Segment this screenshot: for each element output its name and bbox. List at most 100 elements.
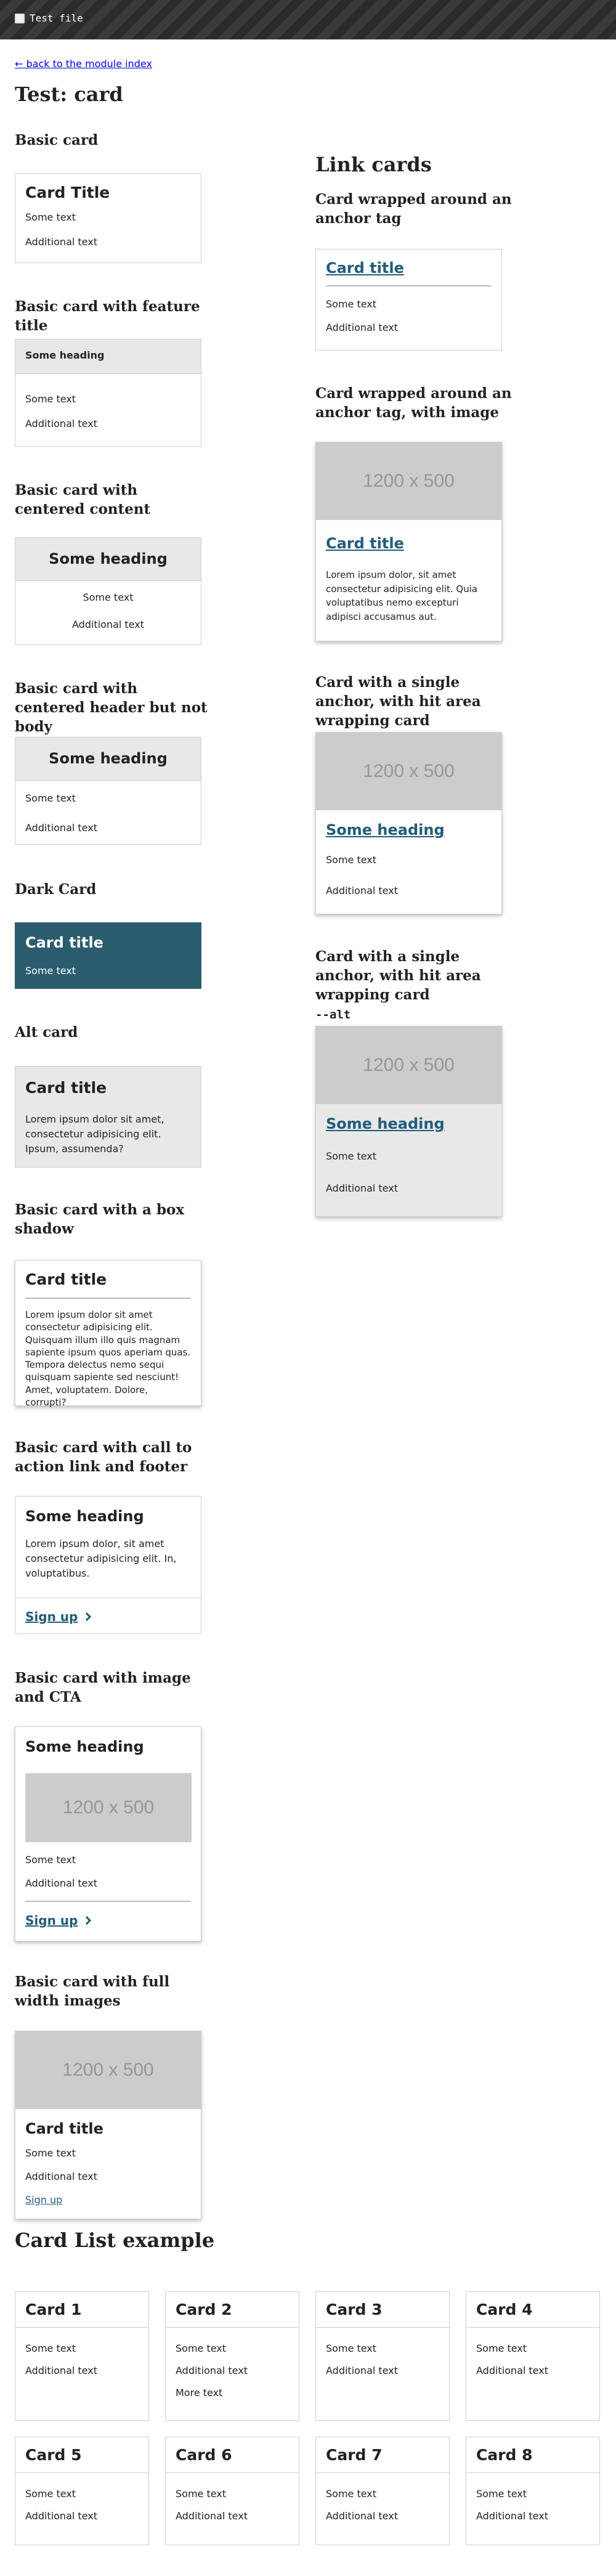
card-image: 1200 x 500 bbox=[316, 1026, 501, 1104]
card-text: Additional text bbox=[72, 619, 144, 631]
card-title: Card 1 bbox=[15, 2292, 148, 2328]
sign-up-link[interactable]: Sign up bbox=[25, 2194, 62, 2206]
heading-code: --alt bbox=[315, 1008, 351, 1022]
card-header: Some heading bbox=[49, 550, 168, 567]
card-title: Card 8 bbox=[466, 2437, 599, 2473]
card-text: Some text bbox=[83, 591, 134, 603]
card-text: Additional text bbox=[326, 2510, 398, 2522]
card-text: Some text bbox=[25, 964, 76, 977]
section-heading-basic: Basic card bbox=[15, 132, 99, 148]
page-title: Test: card bbox=[15, 83, 123, 106]
section-heading-centered: Basic card with centered content bbox=[15, 482, 151, 518]
card-text: Some text bbox=[25, 2342, 76, 2354]
back-to-index-link[interactable]: ← back to the module index bbox=[15, 58, 152, 70]
top-bar: Test file bbox=[0, 0, 616, 39]
box-shadow-card: Card title Lorem ipsum dolor sit amet co… bbox=[15, 1260, 201, 1408]
card-title: Card 2 bbox=[166, 2292, 299, 2328]
card-title-link[interactable]: Card title bbox=[326, 535, 492, 552]
chevron-right-icon bbox=[83, 1916, 92, 1925]
card-text: Additional text bbox=[326, 1182, 398, 1195]
card-text: Additional text bbox=[476, 2510, 548, 2522]
card-text: Some text bbox=[476, 2342, 527, 2354]
card-title: Card title bbox=[25, 934, 103, 951]
card-title: Card Title bbox=[25, 184, 110, 201]
card-text: Some text bbox=[176, 2342, 227, 2354]
list-card: Card 8 Some text Additional text bbox=[466, 2437, 600, 2545]
card-divider bbox=[326, 285, 492, 286]
section-heading-cta-footer: Basic card with call to action link and … bbox=[15, 1439, 192, 1476]
section-heading-anchor: Card wrapped around an anchor tag bbox=[315, 191, 512, 227]
anchor-link-card[interactable]: Card title Some text Additional text bbox=[315, 249, 502, 351]
list-card: Card 4 Some text Additional text bbox=[466, 2291, 600, 2421]
anchor-image-card[interactable]: 1200 x 500 Card title Lorem ipsum dolor,… bbox=[315, 442, 502, 641]
alt-card: Card title Lorem ipsum dolor sit amet, c… bbox=[15, 1066, 201, 1168]
list-card: Card 3 Some text Additional text bbox=[315, 2291, 450, 2421]
card-text: Some text bbox=[476, 2488, 527, 2500]
section-heading-alt: Alt card bbox=[15, 1024, 78, 1041]
section-heading-full-width: Basic card with full width images bbox=[15, 1973, 170, 2010]
card-text: More text bbox=[176, 2387, 223, 2399]
sign-up-link[interactable]: Sign up bbox=[25, 1913, 92, 1928]
card-text: Some text bbox=[326, 298, 377, 310]
centered-header-card: Some heading Some text Additional text bbox=[15, 737, 201, 845]
file-icon bbox=[15, 13, 25, 23]
single-anchor-card[interactable]: 1200 x 500 Some heading Some text Additi… bbox=[315, 732, 502, 914]
card-title-link[interactable]: Some heading bbox=[326, 1115, 492, 1132]
card-image: 1200 x 500 bbox=[25, 1773, 192, 1842]
card-image: 1200 x 500 bbox=[15, 2031, 201, 2109]
chevron-right-icon bbox=[83, 1612, 92, 1622]
card-text: Some text bbox=[326, 1150, 377, 1162]
card-text: Additional text bbox=[25, 2365, 97, 2376]
card-footer: Sign up bbox=[15, 1598, 201, 1635]
card-title-link[interactable]: Card title bbox=[326, 259, 492, 277]
single-anchor-alt-card[interactable]: 1200 x 500 Some heading Some text Additi… bbox=[315, 1026, 502, 1217]
card-text: Additional text bbox=[25, 236, 97, 248]
card-header: Some heading bbox=[25, 349, 105, 361]
card-title: Card 7 bbox=[316, 2437, 449, 2473]
card-text: Some text bbox=[25, 211, 76, 223]
card-title: Card 3 bbox=[316, 2292, 449, 2328]
section-heading-single-anchor-alt: Card with a single anchor, with hit area… bbox=[315, 948, 481, 1022]
section-heading-card-list: Card List example bbox=[15, 2229, 215, 2252]
card-divider bbox=[25, 1298, 191, 1299]
card-text: Some text bbox=[326, 854, 377, 866]
card-title: Card title bbox=[25, 2120, 103, 2137]
card-text: Some text bbox=[326, 2488, 377, 2500]
card-text: Some text bbox=[25, 1853, 76, 1866]
card-text: Some text bbox=[25, 393, 76, 405]
card-text: Some text bbox=[176, 2488, 227, 2500]
section-heading-link-cards: Link cards bbox=[315, 153, 432, 176]
list-card: Card 1 Some text Additional text bbox=[15, 2291, 149, 2421]
top-bar-title: Test file bbox=[30, 12, 83, 24]
sign-up-link[interactable]: Sign up bbox=[25, 1609, 92, 1624]
card-text: Additional text bbox=[476, 2365, 548, 2376]
image-cta-card: Some heading 1200 x 500 Some text Additi… bbox=[15, 1726, 201, 1941]
section-heading-image-cta: Basic card with image and CTA bbox=[15, 1670, 191, 1706]
card-text: Additional text bbox=[176, 2510, 248, 2522]
card-text: Some text bbox=[25, 2488, 76, 2500]
list-card: Card 6 Some text Additional text bbox=[165, 2437, 299, 2545]
card-text: Some text bbox=[25, 2147, 76, 2159]
section-heading-single-anchor: Card with a single anchor, with hit area… bbox=[315, 674, 481, 729]
card-header: Some heading bbox=[49, 750, 168, 767]
card-title-link[interactable]: Some heading bbox=[326, 821, 492, 839]
basic-card: Card Title Some text Additional text bbox=[15, 173, 201, 263]
card-image: 1200 x 500 bbox=[316, 442, 501, 520]
feature-title-card: Some heading Some text Additional text bbox=[15, 339, 201, 447]
card-text: Additional text bbox=[25, 418, 97, 430]
card-text: Some text bbox=[326, 2342, 377, 2354]
card-text: Additional text bbox=[25, 2171, 97, 2183]
card-paragraph: Lorem ipsum dolor sit amet, consectetur … bbox=[25, 1113, 164, 1155]
full-width-card: 1200 x 500 Card title Some text Addition… bbox=[15, 2031, 201, 2219]
card-text: Additional text bbox=[25, 822, 97, 834]
card-text: Some text bbox=[25, 792, 76, 804]
card-text: Additional text bbox=[25, 1877, 97, 1890]
card-title: Card title bbox=[25, 1079, 107, 1097]
card-text: Additional text bbox=[326, 322, 398, 334]
section-heading-feature-title: Basic card with feature title bbox=[15, 298, 200, 335]
card-text: Additional text bbox=[25, 2510, 97, 2522]
card-image: 1200 x 500 bbox=[316, 733, 501, 810]
list-card: Card 5 Some text Additional text bbox=[15, 2437, 149, 2545]
list-card: Card 7 Some text Additional text bbox=[315, 2437, 450, 2545]
card-paragraph: Lorem ipsum dolor sit amet consectetur a… bbox=[25, 1309, 191, 1408]
